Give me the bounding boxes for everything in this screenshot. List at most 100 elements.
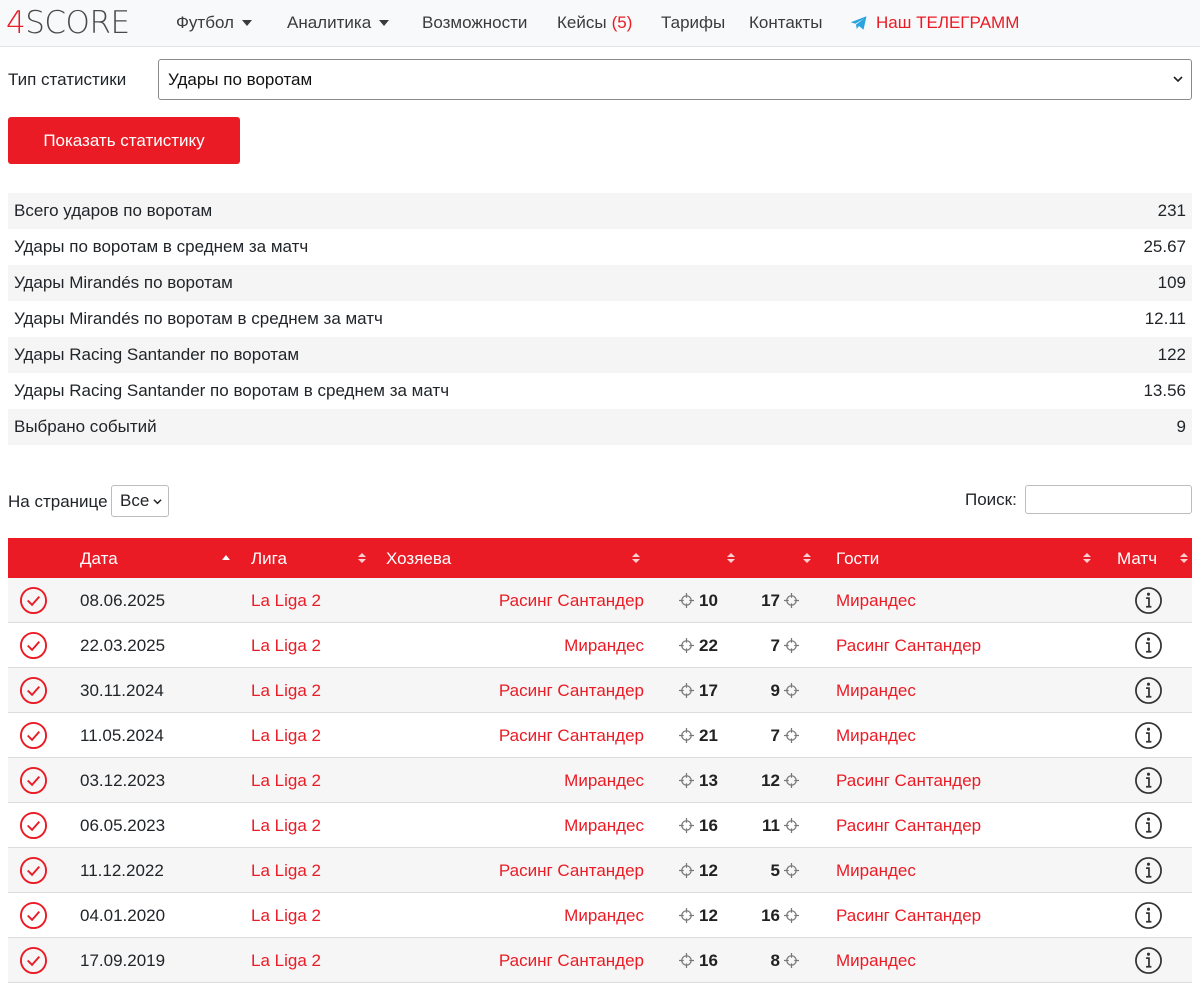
info-circle-icon[interactable] <box>1134 901 1163 930</box>
match-date: 11.05.2024 <box>80 726 164 745</box>
league-link[interactable]: La Liga 2 <box>251 681 321 701</box>
league-link[interactable]: La Liga 2 <box>251 591 321 611</box>
show-statistics-button[interactable]: Показать статистику <box>8 117 240 164</box>
header-date[interactable]: Дата <box>80 549 118 569</box>
home-team-link[interactable]: Расинг Сантандер <box>499 591 644 611</box>
logo[interactable]: 4 SCORE <box>6 4 130 42</box>
check-circle-icon[interactable] <box>19 811 48 840</box>
league-link[interactable]: La Liga 2 <box>251 636 321 656</box>
home-shots: 16 <box>699 816 718 835</box>
home-team-link[interactable]: Мирандес <box>564 636 644 656</box>
info-circle-icon[interactable] <box>1134 676 1163 705</box>
away-team-link[interactable]: Расинг Сантандер <box>836 636 981 656</box>
info-circle-icon[interactable] <box>1134 946 1163 975</box>
header-league[interactable]: Лига <box>251 549 287 569</box>
per-page-value: Все <box>120 491 150 510</box>
nav-telegram[interactable]: Наш ТЕЛЕГРАММ <box>850 13 1019 33</box>
stat-type-select[interactable]: Удары по воротам <box>158 59 1192 100</box>
per-page-select[interactable]: Все <box>111 485 169 517</box>
away-team-link[interactable]: Расинг Сантандер <box>836 906 981 926</box>
home-shots: 12 <box>699 906 718 925</box>
away-team-link[interactable]: Расинг Сантандер <box>836 771 981 791</box>
search-input[interactable] <box>1025 485 1192 514</box>
table-header: Дата Лига Хозяева Гости Матч <box>8 538 1192 578</box>
league-link[interactable]: La Liga 2 <box>251 816 321 836</box>
summary-row: Удары Mirandés по воротам в среднем за м… <box>8 301 1192 337</box>
summary-row: Удары Mirandés по воротам 109 <box>8 265 1192 301</box>
summary-label: Удары по воротам в среднем за матч <box>14 237 309 256</box>
sort-icon[interactable] <box>358 552 366 564</box>
summary-label: Удары Mirandés по воротам в среднем за м… <box>14 309 383 328</box>
home-team-link[interactable]: Расинг Сантандер <box>499 726 644 746</box>
telegram-icon <box>850 16 867 30</box>
away-shots: 8 <box>770 951 780 970</box>
crosshair-icon <box>784 728 799 743</box>
summary-value: 9 <box>1176 417 1186 436</box>
sort-icon[interactable] <box>803 552 811 564</box>
header-match[interactable]: Матч <box>1117 549 1157 569</box>
info-circle-icon[interactable] <box>1134 721 1163 750</box>
sort-asc-icon[interactable] <box>222 552 230 564</box>
summary-label: Удары Racing Santander по воротам в сред… <box>14 381 450 400</box>
away-team-link[interactable]: Мирандес <box>836 726 916 746</box>
away-team-link[interactable]: Мирандес <box>836 861 916 881</box>
league-link[interactable]: La Liga 2 <box>251 951 321 971</box>
home-team-link[interactable]: Расинг Сантандер <box>499 681 644 701</box>
crosshair-icon <box>784 638 799 653</box>
sort-icon[interactable] <box>1180 552 1188 564</box>
away-team-link[interactable]: Мирандес <box>836 681 916 701</box>
home-team-link[interactable]: Расинг Сантандер <box>499 861 644 881</box>
home-team-link[interactable]: Мирандес <box>564 771 644 791</box>
away-shots: 17 <box>761 591 780 610</box>
info-circle-icon[interactable] <box>1134 856 1163 885</box>
check-circle-icon[interactable] <box>19 946 48 975</box>
sort-icon[interactable] <box>727 552 735 564</box>
check-circle-icon[interactable] <box>19 631 48 660</box>
summary-value: 231 <box>1157 201 1186 220</box>
nav-football[interactable]: Футбол <box>176 13 252 33</box>
summary-row: Удары Racing Santander по воротам 122 <box>8 337 1192 373</box>
nav-analytics[interactable]: Аналитика <box>287 13 390 33</box>
check-circle-icon[interactable] <box>19 766 48 795</box>
info-circle-icon[interactable] <box>1134 631 1163 660</box>
crosshair-icon <box>784 818 799 833</box>
match-date: 03.12.2023 <box>80 771 166 790</box>
nav-contacts[interactable]: Контакты <box>749 13 822 33</box>
check-circle-icon[interactable] <box>19 676 48 705</box>
league-link[interactable]: La Liga 2 <box>251 861 321 881</box>
crosshair-icon <box>679 863 694 878</box>
away-team-link[interactable]: Мирандес <box>836 591 916 611</box>
away-shots: 12 <box>761 771 780 790</box>
crosshair-icon <box>784 593 799 608</box>
info-circle-icon[interactable] <box>1134 811 1163 840</box>
check-circle-icon[interactable] <box>19 856 48 885</box>
summary-label: Всего ударов по воротам <box>14 201 213 220</box>
league-link[interactable]: La Liga 2 <box>251 771 321 791</box>
league-link[interactable]: La Liga 2 <box>251 726 321 746</box>
sort-icon[interactable] <box>1083 552 1091 564</box>
info-circle-icon[interactable] <box>1134 766 1163 795</box>
header-home[interactable]: Хозяева <box>386 549 451 569</box>
nav-cases-label: Кейсы <box>557 13 607 32</box>
nav-cases[interactable]: Кейсы (5) <box>557 13 632 33</box>
stat-type-value: Удары по воротам <box>168 69 313 89</box>
home-team-link[interactable]: Расинг Сантандер <box>499 951 644 971</box>
check-circle-icon[interactable] <box>19 586 48 615</box>
info-circle-icon[interactable] <box>1134 586 1163 615</box>
check-circle-icon[interactable] <box>19 721 48 750</box>
summary-row: Удары Racing Santander по воротам в сред… <box>8 373 1192 409</box>
league-link[interactable]: La Liga 2 <box>251 906 321 926</box>
nav-features[interactable]: Возможности <box>422 13 527 33</box>
check-circle-icon[interactable] <box>19 901 48 930</box>
home-team-link[interactable]: Мирандес <box>564 906 644 926</box>
sort-icon[interactable] <box>632 552 640 564</box>
header-away[interactable]: Гости <box>836 549 879 569</box>
nav-pricing[interactable]: Тарифы <box>661 13 725 33</box>
caret-down-icon <box>379 20 390 26</box>
away-shots: 9 <box>770 681 780 700</box>
home-team-link[interactable]: Мирандес <box>564 816 644 836</box>
away-team-link[interactable]: Расинг Сантандер <box>836 816 981 836</box>
matches-table: Дата Лига Хозяева Гости Матч 08.06.2025 … <box>8 538 1192 983</box>
home-shots: 22 <box>699 636 718 655</box>
away-team-link[interactable]: Мирандес <box>836 951 916 971</box>
